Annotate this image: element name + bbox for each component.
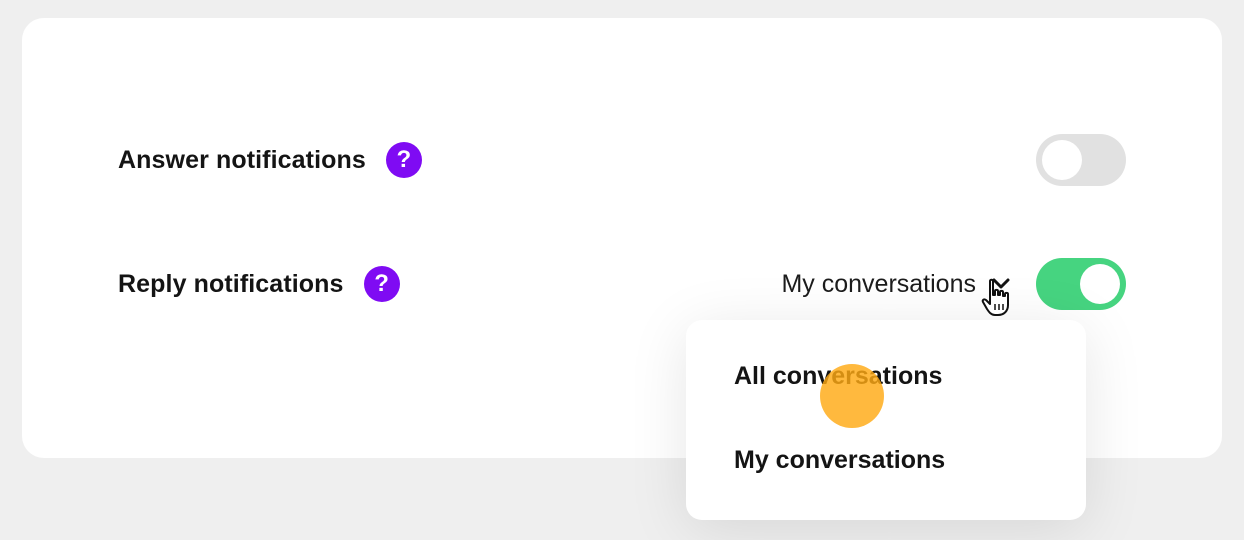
answer-notifications-toggle[interactable] <box>1036 134 1126 186</box>
toggle-knob <box>1080 264 1120 304</box>
answer-help-icon[interactable]: ? <box>385 142 422 178</box>
dropdown-option-my-conversations[interactable]: My conversations <box>734 446 945 475</box>
reply-scope-select[interactable]: My conversations <box>781 270 1012 299</box>
reply-notifications-label: Reply notifications <box>118 269 344 298</box>
answer-notifications-row: Answer notifications ? <box>118 132 1126 188</box>
answer-notifications-label: Answer notifications <box>118 145 366 174</box>
reply-scope-dropdown-menu: All conversations My conversations <box>686 320 1086 520</box>
dropdown-option-all-conversations[interactable]: All conversations <box>734 362 942 391</box>
reply-notifications-row: Reply notifications ? My conversations <box>118 256 1126 312</box>
reply-scope-selected-value: My conversations <box>781 269 976 298</box>
chevron-down-icon <box>990 273 1012 295</box>
toggle-knob <box>1042 140 1082 180</box>
reply-help-icon[interactable]: ? <box>363 266 400 302</box>
reply-notifications-toggle[interactable] <box>1036 258 1126 310</box>
